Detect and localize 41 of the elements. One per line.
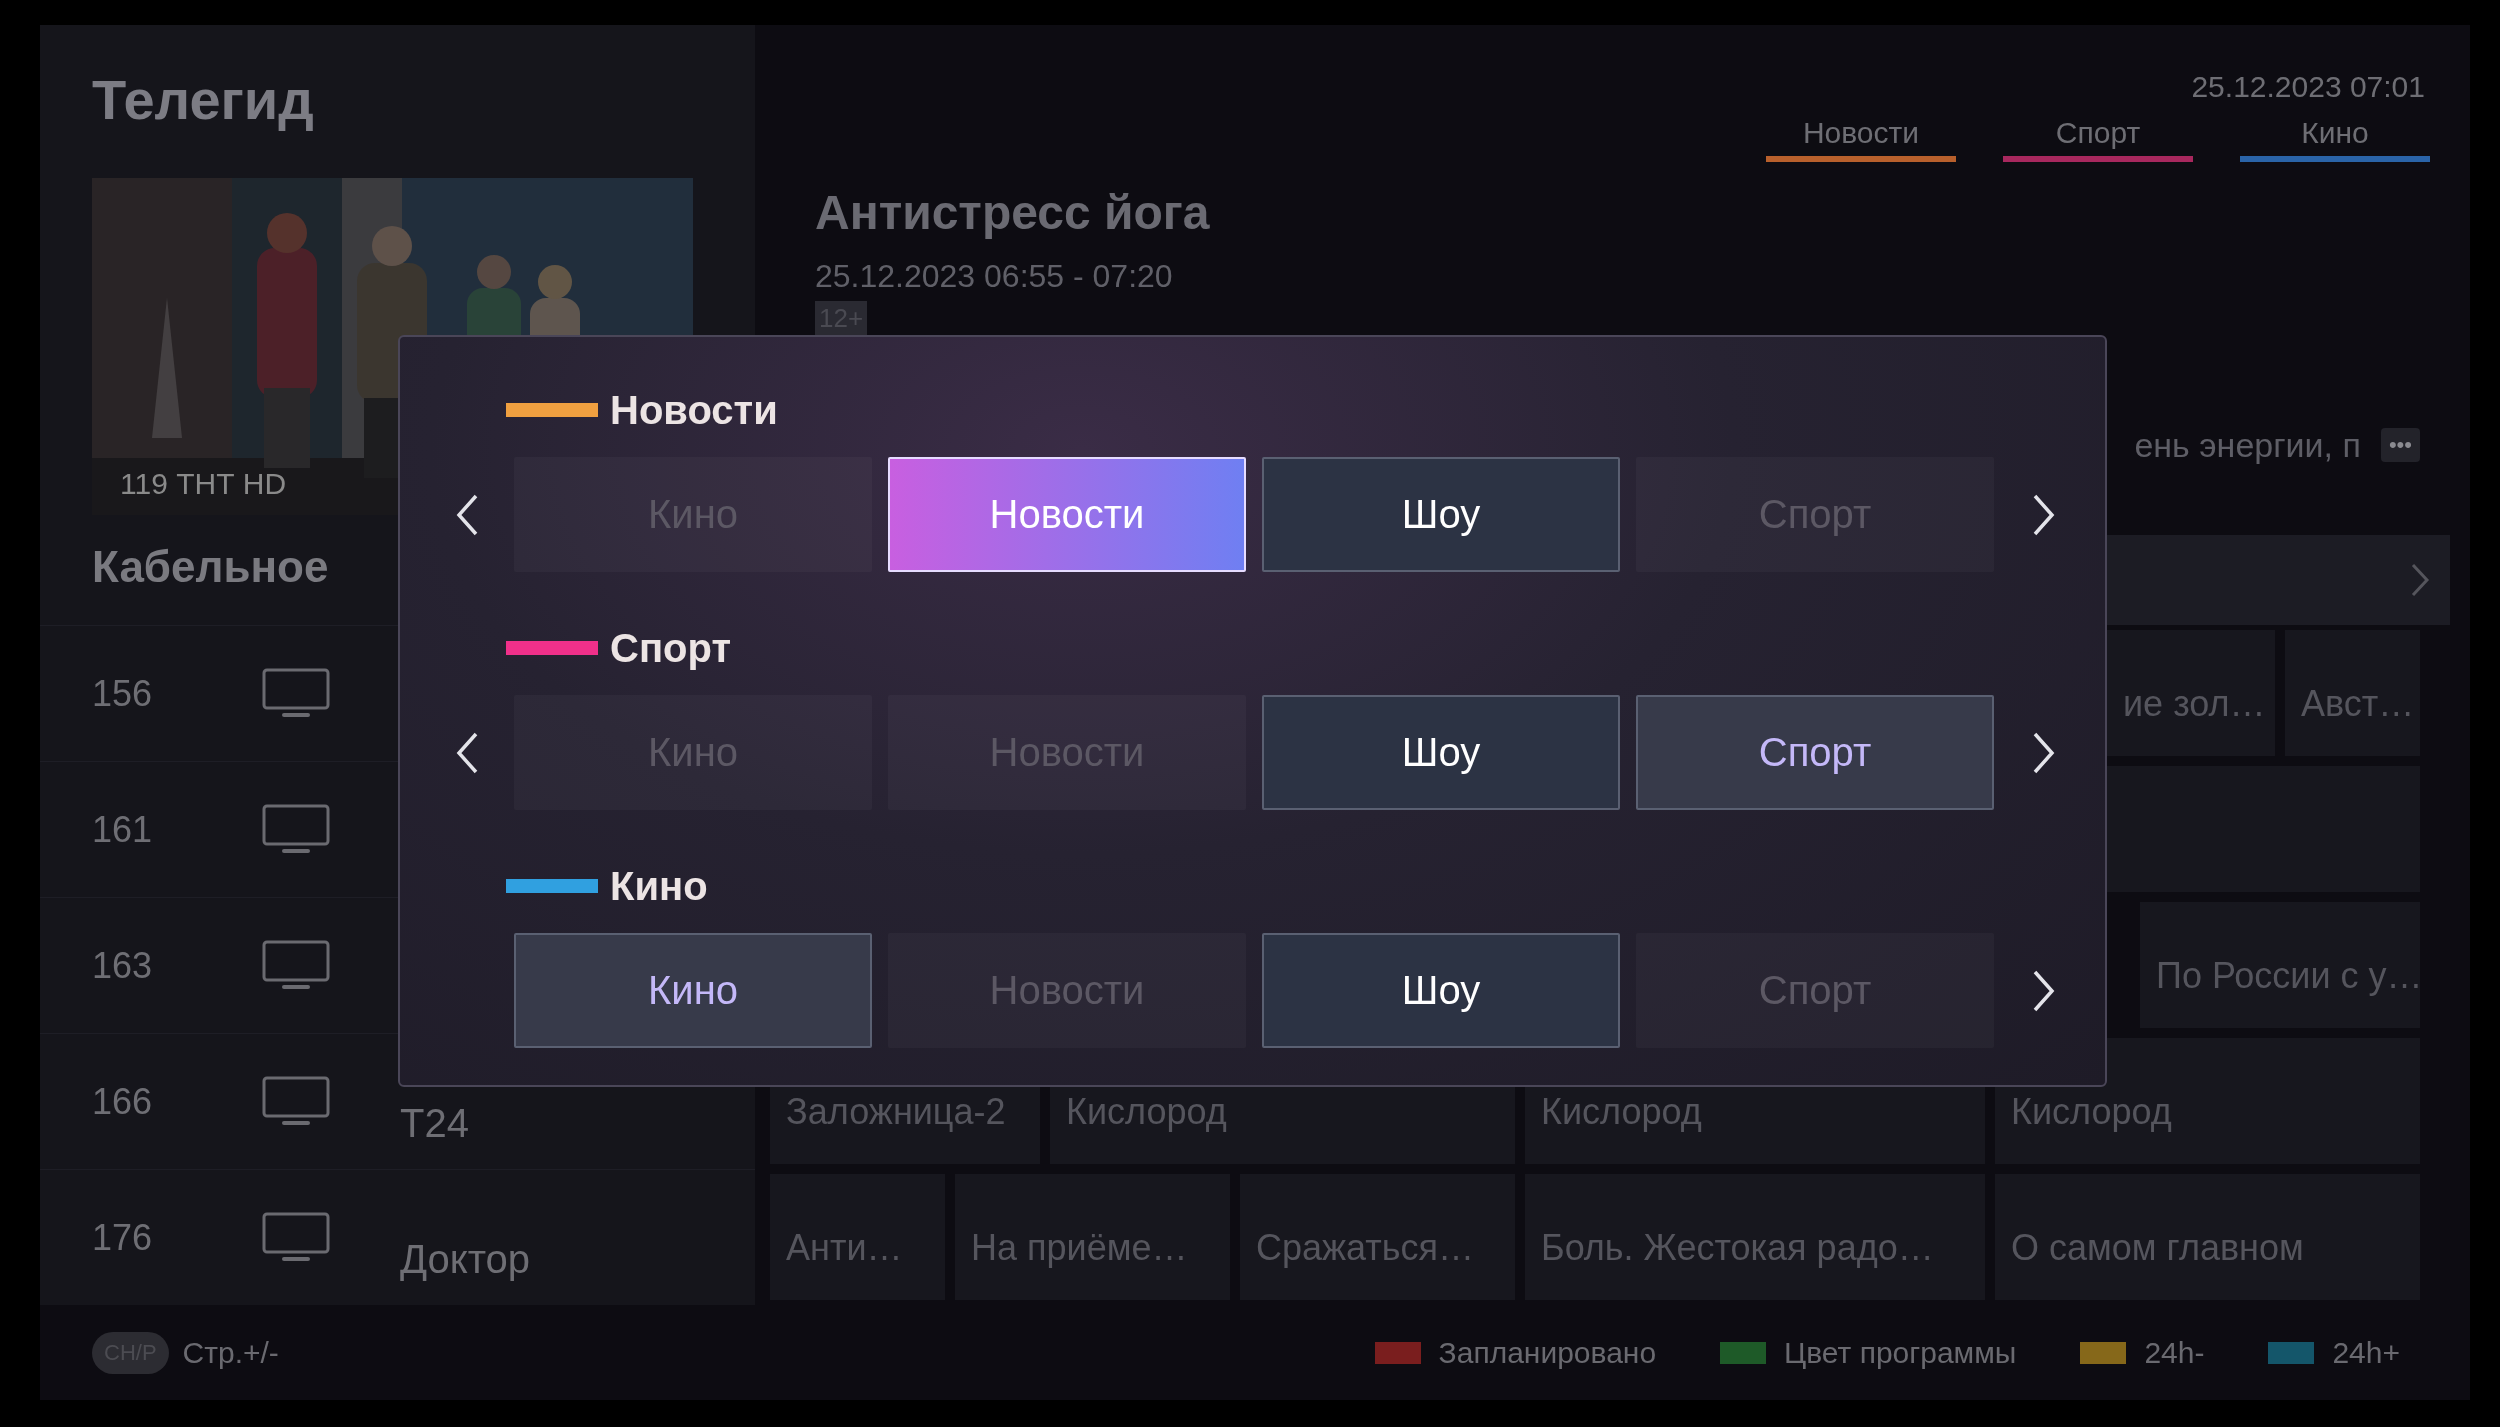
- channel-number: 161: [92, 808, 154, 851]
- group-title: Кабельное: [92, 541, 329, 593]
- channel-number: 176: [92, 1216, 154, 1259]
- channel-caption: 119 ТНТ HD: [120, 467, 287, 501]
- program-cell[interactable]: Кислород: [1995, 1038, 2420, 1164]
- option-button[interactable]: Кино: [514, 933, 872, 1048]
- option-button[interactable]: Шоу: [1262, 695, 1620, 810]
- option-button[interactable]: Спорт: [1636, 695, 1994, 810]
- program-cell[interactable]: Авст…: [2285, 630, 2420, 756]
- filter-tab[interactable]: Кино: [2240, 116, 2430, 162]
- category-label: Новости: [610, 387, 778, 433]
- legend-label: 24h+: [2332, 1335, 2400, 1370]
- option-button[interactable]: Шоу: [1262, 457, 1620, 572]
- program-cell[interactable]: О самом главном: [1995, 1174, 2420, 1300]
- program-title: Антистресс йога: [815, 185, 1210, 240]
- channel-name: Т24: [400, 1100, 469, 1146]
- program-time: 25.12.2023 06:55 - 07:20: [815, 258, 1174, 295]
- guide-title: Телегид: [91, 67, 315, 133]
- more-button[interactable]: •••: [2380, 428, 2420, 462]
- filter-tab[interactable]: Спорт: [2003, 116, 2193, 162]
- category-label: Кино: [610, 863, 708, 909]
- channel-number: 163: [92, 944, 154, 987]
- program-cell[interactable]: Сражаться…: [1240, 1174, 1515, 1300]
- program-cell[interactable]: Анти…: [770, 1174, 945, 1300]
- option-button[interactable]: Новости: [888, 457, 1246, 572]
- page-hint: Стр.+/-: [182, 1335, 279, 1370]
- program-cell[interactable]: На приёме…: [955, 1174, 1230, 1300]
- program-description: ень энергии, п: [2134, 425, 2361, 465]
- legend-label: Цвет программы: [1784, 1335, 2017, 1370]
- clock: 25.12.2023 07:01: [2191, 70, 2425, 104]
- option-button[interactable]: Шоу: [1262, 933, 1620, 1048]
- program-cell[interactable]: ие зол…: [2107, 630, 2275, 756]
- program-cell[interactable]: По России с у…: [2140, 902, 2420, 1028]
- legend-label: Запланировано: [1438, 1335, 1657, 1370]
- category-label: Спорт: [610, 625, 731, 671]
- channel-number: 156: [92, 672, 154, 715]
- legend-label: 24h-: [2144, 1335, 2205, 1370]
- channel-number: 166: [92, 1080, 154, 1123]
- program-cell[interactable]: Боль. Жестокая радо…: [1525, 1174, 1985, 1300]
- filter-tab[interactable]: Новости: [1766, 116, 1956, 162]
- channel-name: Доктор: [400, 1236, 531, 1282]
